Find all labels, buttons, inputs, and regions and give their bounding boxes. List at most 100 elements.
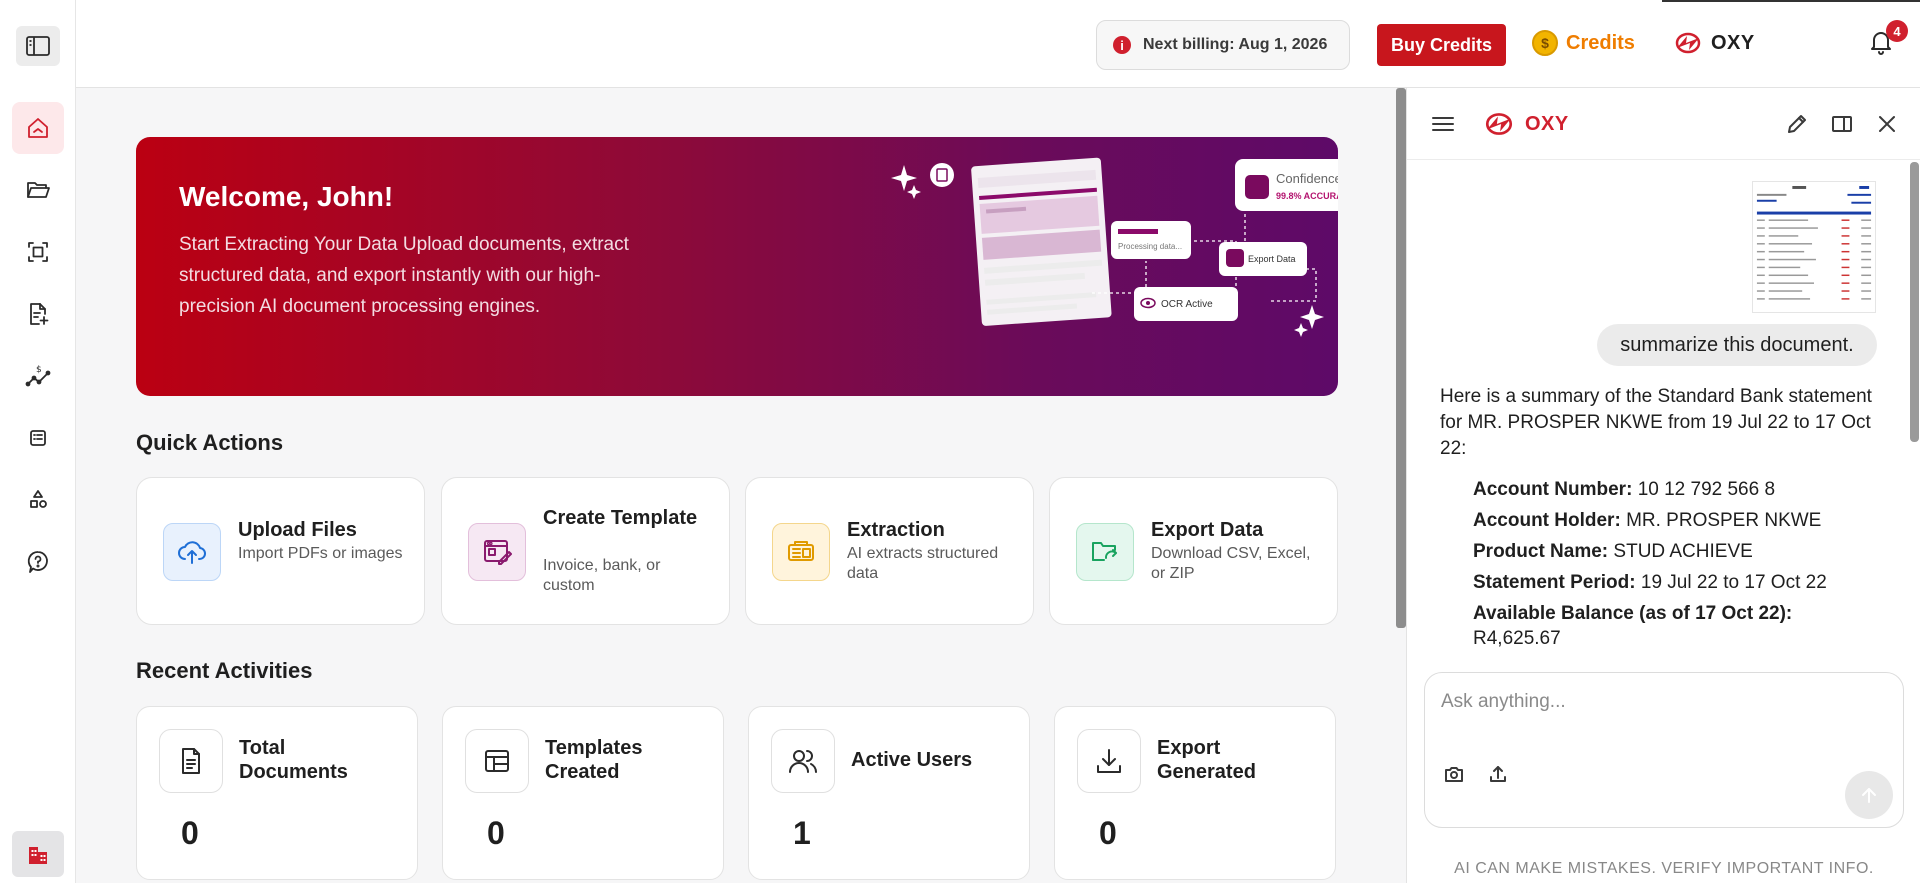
- stat-value: 1: [793, 815, 811, 851]
- recent-activities-title: Recent Activities: [136, 658, 313, 683]
- oxy-button[interactable]: OXY: [1673, 30, 1755, 56]
- quick-action-title: Create Template: [543, 507, 698, 529]
- sidebar-item-home[interactable]: [12, 102, 64, 154]
- stat-title: Total Documents: [239, 737, 348, 783]
- summary-item: Account Holder: MR. PROSPER NKWE: [1473, 508, 1883, 533]
- summary-value: MR. PROSPER NKWE: [1626, 510, 1822, 531]
- quick-action-subtitle: Import PDFs or images: [238, 545, 403, 562]
- svg-text:$: $: [36, 365, 42, 375]
- sidebar-item-list[interactable]: [12, 412, 64, 464]
- new-chat-button[interactable]: [1785, 112, 1811, 138]
- upload-button[interactable]: [1487, 763, 1513, 789]
- ai-chat-panel: OXY summarize this document. Here is a s…: [1406, 88, 1920, 883]
- stat-value: 0: [1099, 815, 1117, 851]
- export-chip: Export Data: [1219, 242, 1307, 276]
- close-icon: [1879, 116, 1895, 132]
- stat-title: Export Generated: [1157, 737, 1256, 783]
- ai-disclaimer: AI CAN MAKE MISTAKES. VERIFY IMPORTANT I…: [1454, 860, 1874, 877]
- summary-label: Product Name:: [1473, 541, 1609, 562]
- main-scrollbar[interactable]: [1396, 88, 1406, 628]
- stat-title: Active Users: [851, 749, 973, 771]
- panel-right-icon: [1832, 116, 1852, 132]
- sidebar-item-documents[interactable]: [12, 164, 64, 216]
- stat-title: Templates Created: [545, 737, 643, 783]
- billing-pill[interactable]: i Next billing: Aug 1, 2026: [1096, 20, 1350, 70]
- oxy-logo-icon: [1675, 32, 1701, 54]
- coin-icon: $: [1532, 30, 1558, 56]
- summary-item: Statement Period: 19 Jul 22 to 17 Oct 22: [1473, 570, 1883, 595]
- chat-menu-button[interactable]: [1431, 114, 1455, 139]
- scan-icon: [28, 242, 48, 262]
- chat-scrollbar[interactable]: [1910, 162, 1919, 442]
- sidebar: $: [0, 0, 76, 883]
- dock-panel-button[interactable]: [1830, 112, 1856, 138]
- camera-icon: [1445, 767, 1463, 782]
- close-chat-button[interactable]: [1875, 112, 1901, 138]
- chat-brand-label: OXY: [1525, 112, 1569, 135]
- folder-open-icon: [27, 182, 50, 198]
- upload-cloud-icon: [163, 523, 221, 581]
- users-icon: [771, 729, 835, 793]
- attached-document-thumbnail[interactable]: [1752, 181, 1876, 313]
- svg-text:Export Data: Export Data: [1248, 254, 1296, 264]
- extraction-icon: [772, 523, 830, 581]
- sidebar-item-shapes[interactable]: [12, 474, 64, 526]
- quick-action-create-template[interactable]: Create Template Invoice, bank, or custom: [441, 477, 730, 625]
- svg-text:OCR Active: OCR Active: [1161, 299, 1213, 310]
- summary-value: STUD ACHIEVE: [1613, 541, 1753, 562]
- stat-value: 0: [487, 815, 505, 851]
- oxy-logo-icon: [1485, 113, 1513, 135]
- download-icon: [1077, 729, 1141, 793]
- quick-action-title: Extraction: [847, 519, 945, 541]
- list-icon: [30, 430, 46, 446]
- sidebar-item-billing[interactable]: $: [12, 350, 64, 402]
- svg-text:Processing data...: Processing data...: [1118, 242, 1182, 251]
- help-bubble-icon: [27, 551, 48, 573]
- sidebar-toggle-button[interactable]: [16, 26, 60, 66]
- notification-badge: 4: [1886, 20, 1908, 42]
- credits-button[interactable]: $ Credits: [1532, 30, 1635, 56]
- info-icon: i: [1113, 36, 1131, 54]
- send-button[interactable]: [1845, 771, 1893, 819]
- summary-item: Available Balance (as of 17 Oct 22): R4,…: [1473, 601, 1883, 651]
- template-edit-icon: [468, 523, 526, 581]
- chat-composer[interactable]: Ask anything...: [1424, 672, 1904, 828]
- summary-value: 10 12 792 566 8: [1637, 479, 1776, 500]
- stat-templates-created: Templates Created 0: [442, 706, 724, 880]
- document-icon: [159, 729, 223, 793]
- billing-text: Next billing: Aug 1, 2026: [1143, 36, 1328, 53]
- credits-label: Credits: [1566, 31, 1635, 54]
- banner-illustration: Processing data... Confidence 99.8% ACCU…: [891, 157, 1338, 337]
- dollar-chart-icon: $: [25, 365, 51, 387]
- folder-export-icon: [1076, 523, 1134, 581]
- welcome-banner: Welcome, John! Start Extracting Your Dat…: [136, 137, 1338, 396]
- sidebar-item-scan[interactable]: [12, 226, 64, 278]
- quick-action-subtitle: Invoice, bank, or custom: [543, 557, 661, 594]
- chat-input[interactable]: Ask anything...: [1441, 691, 1566, 713]
- quick-action-extraction[interactable]: Extraction AI extracts structured data: [745, 477, 1034, 625]
- svg-text:99.8% ACCURACY: 99.8% ACCURACY: [1276, 191, 1338, 201]
- quick-action-export-data[interactable]: Export Data Download CSV, Excel, or ZIP: [1049, 477, 1338, 625]
- processing-chip: Processing data...: [1111, 221, 1191, 259]
- organization-button[interactable]: [12, 831, 64, 877]
- layout-icon: [465, 729, 529, 793]
- hamburger-icon: [1432, 117, 1454, 131]
- quick-actions-title: Quick Actions: [136, 430, 284, 455]
- quick-action-upload-files[interactable]: Upload Files Import PDFs or images: [136, 477, 425, 625]
- welcome-description: Start Extracting Your Data Upload docume…: [179, 234, 629, 317]
- shapes-icon: [30, 490, 47, 508]
- buy-credits-button[interactable]: Buy Credits: [1377, 24, 1506, 66]
- camera-button[interactable]: [1443, 763, 1469, 789]
- pencil-icon: [1788, 115, 1806, 133]
- oxy-label: OXY: [1711, 31, 1755, 54]
- chat-header: OXY: [1407, 88, 1920, 160]
- upload-icon: [1490, 766, 1506, 782]
- quick-action-title: Upload Files: [238, 519, 357, 541]
- quick-action-subtitle: AI extracts structured data: [847, 545, 999, 582]
- summary-label: Statement Period:: [1473, 572, 1636, 593]
- sidebar-item-help[interactable]: [12, 536, 64, 588]
- quick-action-subtitle: Download CSV, Excel, or ZIP: [1151, 545, 1311, 582]
- sidebar-item-templates[interactable]: [12, 288, 64, 340]
- chat-brand: OXY: [1483, 110, 1569, 138]
- topbar-accent-line: [1662, 0, 1920, 2]
